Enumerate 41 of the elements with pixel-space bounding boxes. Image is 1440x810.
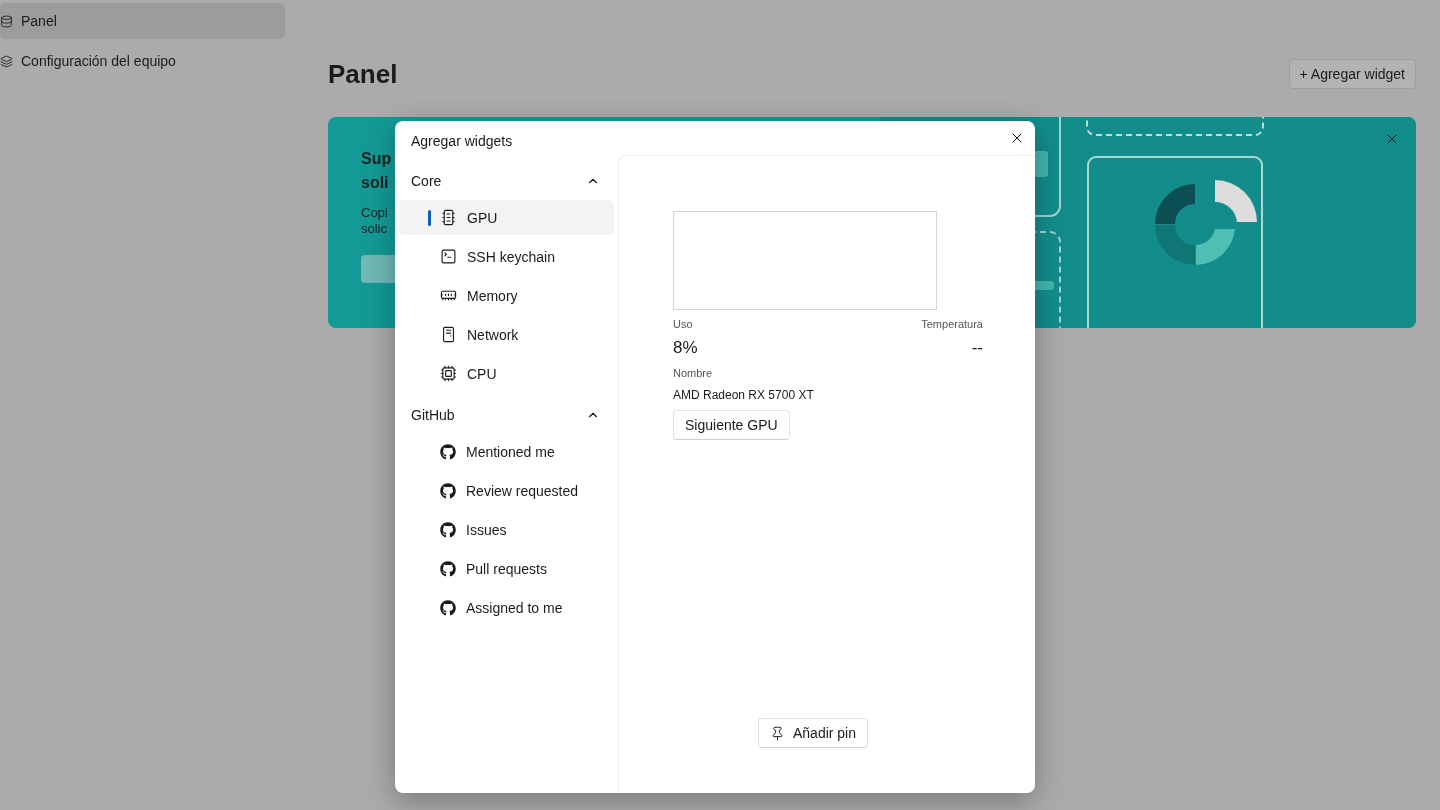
sidebar-item[interactable]: Panel [0,3,285,39]
dialog-title: Agregar widgets [411,133,513,149]
computer-tower-icon [440,326,457,343]
nav-item[interactable]: Issues [399,512,614,547]
nav-item[interactable]: Assigned to me [399,590,614,625]
github-icon [440,482,456,499]
gpu-name: AMD Radeon RX 5700 XT [673,388,815,402]
banner-text: Copi [361,205,389,221]
pin-icon [769,725,785,741]
nav-item[interactable]: Mentioned me [399,434,614,469]
nav-group-header[interactable]: Core [399,161,614,200]
github-icon [440,599,456,616]
banner-title: soli [361,173,390,193]
layers-icon [0,54,13,68]
terminal-icon [440,248,457,265]
usage-value: 8% [673,338,698,358]
nav-item[interactable]: SSH keychain [399,239,614,274]
usage-label: Uso [673,318,693,330]
banner-text: solic [361,221,388,237]
next-gpu-button[interactable]: Siguiente GPU [673,410,790,440]
github-icon [440,560,456,577]
add-widget-button[interactable]: + Agregar widget [1288,59,1416,89]
nav-group-header[interactable]: GitHub [399,395,614,434]
cpu-icon [440,365,457,382]
sidebar-item[interactable]: Configuración del equipo [0,43,285,79]
github-icon [440,521,456,538]
name-label: Nombre [673,367,714,379]
nav-item[interactable]: Network [399,317,614,352]
nav-item[interactable]: Memory [399,278,614,313]
pin-button[interactable]: Añadir pin [757,718,868,748]
banner-title: Sup [361,149,393,169]
nav-item[interactable]: GPU [399,200,614,235]
chip-icon [440,209,457,226]
database-icon [0,14,13,28]
temperature-label: Temperatura [921,318,983,330]
page-title: Panel [328,58,398,90]
nav-item[interactable]: Pull requests [399,551,614,586]
nav-item[interactable]: CPU [399,356,614,391]
temperature-value: -- [971,338,983,358]
nav-item[interactable]: Review requested [399,473,614,508]
github-icon [440,443,456,460]
